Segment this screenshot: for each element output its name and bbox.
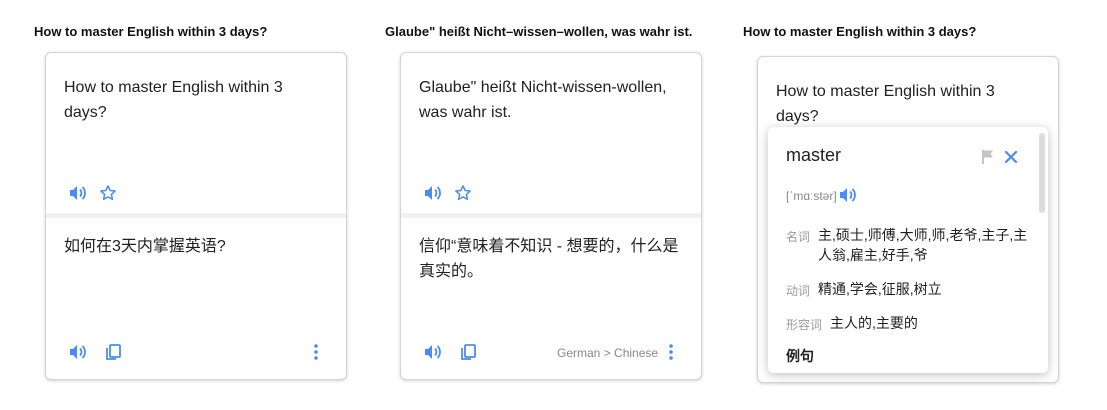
- source-section: Glaube" heißt Nicht-wissen-wollen, was w…: [401, 53, 701, 213]
- source-text: How to master English within 3 days?: [64, 79, 283, 121]
- speaker-icon[interactable]: [423, 342, 443, 362]
- phonetic: [ˈmɑːstər]: [786, 189, 837, 203]
- examples-heading[interactable]: 例句: [786, 346, 814, 366]
- panel-1-title: How to master English within 3 days?: [34, 24, 268, 39]
- dictionary-word: master: [786, 145, 842, 165]
- close-icon[interactable]: [1001, 147, 1021, 167]
- language-pair-label[interactable]: German > Chinese: [557, 346, 658, 360]
- definition: 精通,学会,征服,树立: [818, 281, 942, 297]
- target-section: 信仰“意味着不知识 - 想要的，什么是真实的。 German > Chinese: [401, 218, 701, 379]
- part-of-speech: 形容词: [786, 318, 823, 332]
- definition: 主人的,主要的: [830, 315, 918, 331]
- star-icon[interactable]: [98, 183, 118, 203]
- translation-card-1: How to master English within 3 days? 如何在…: [45, 52, 347, 380]
- target-text: 如何在3天内掌握英语?: [64, 238, 226, 255]
- speaker-icon[interactable]: [68, 183, 88, 203]
- definition: 主,硕士,师傅,大师,师,老爷,主子,主人翁,雇主,好手,爷: [818, 227, 1028, 263]
- panel-2-title: Glaube" heißt Nicht–wissen–wollen, was w…: [385, 24, 693, 39]
- copy-icon[interactable]: [103, 342, 123, 362]
- target-text: 信仰“意味着不知识 - 想要的，什么是真实的。: [419, 238, 679, 280]
- speaker-icon[interactable]: [68, 342, 88, 362]
- flag-icon[interactable]: [978, 147, 998, 167]
- scrollbar[interactable]: [1039, 133, 1045, 213]
- speaker-icon[interactable]: [423, 183, 443, 203]
- source-text: Glaube" heißt Nicht-wissen-wollen, was w…: [419, 79, 667, 121]
- source-section: How to master English within 3 days?: [46, 53, 346, 213]
- target-section: 如何在3天内掌握英语?: [46, 218, 346, 379]
- part-of-speech: 名词: [786, 230, 811, 244]
- more-vert-icon[interactable]: [306, 342, 326, 362]
- more-vert-icon[interactable]: [661, 342, 681, 362]
- panel-3-title: How to master English within 3 days?: [743, 24, 977, 39]
- star-icon[interactable]: [453, 183, 473, 203]
- source-text: How to master English within 3 days?: [776, 83, 995, 125]
- copy-icon[interactable]: [458, 342, 478, 362]
- translation-card-2: Glaube" heißt Nicht-wissen-wollen, was w…: [400, 52, 702, 380]
- part-of-speech: 动词: [786, 284, 811, 298]
- dictionary-popup: master [ˈmɑːstər] 名词 主,硕士,师傅,大师,师,老爷,主子,…: [768, 127, 1048, 373]
- speaker-icon[interactable]: [838, 185, 858, 205]
